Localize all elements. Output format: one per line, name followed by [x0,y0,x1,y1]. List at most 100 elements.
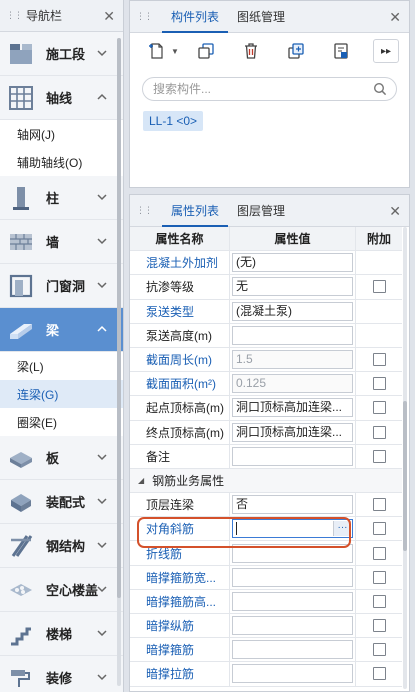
property-add-cell [356,541,402,564]
property-value-input[interactable] [232,664,353,684]
add-checkbox[interactable] [372,353,386,367]
property-value-input[interactable] [232,567,353,587]
chevron-down-icon[interactable] [95,626,109,640]
property-value-input[interactable]: 无 [232,277,353,297]
add-checkbox[interactable] [372,498,386,512]
property-value-input[interactable]: 0.125 [232,374,353,394]
drag-handle-icon[interactable]: ⋮⋮ [136,11,153,22]
nav-item-0[interactable]: 施工段 [0,32,123,76]
property-value-input[interactable]: 否 [232,495,353,515]
property-value-input[interactable]: 洞口顶标高加连梁... [232,422,353,442]
component-item-ll-1[interactable]: LL-1 <0> [143,111,204,131]
ellipsis-button[interactable]: ··· [333,521,351,537]
add-checkbox[interactable] [372,570,386,584]
property-value-text: 否 [236,497,249,512]
nav-item-5[interactable]: 梁 [0,308,123,352]
add-checkbox[interactable] [372,619,386,633]
property-row: 混凝土外加剂 (无) [130,251,402,276]
delete-icon [244,43,257,59]
nav-item-11[interactable]: 装修 [0,656,123,692]
close-icon[interactable]: ✕ [389,9,401,26]
add-checkbox[interactable] [372,449,386,463]
add-checkbox[interactable] [372,643,386,657]
property-name: 起点顶标高(m) [130,396,230,420]
property-value-input[interactable]: ··· [232,519,353,539]
nav-item-4[interactable]: 门窗洞 [0,264,123,308]
property-value-input[interactable] [232,446,353,466]
property-value-cell: 0.125 [230,372,356,396]
property-value-input[interactable] [232,591,353,611]
nav-item-1[interactable]: 轴线 [0,76,123,120]
chevron-up-icon[interactable] [95,322,109,336]
property-add-cell [356,638,402,661]
property-value-input[interactable]: (无) [232,253,353,273]
copy-to-floor-button[interactable] [283,39,309,63]
search-icon[interactable] [373,82,387,96]
component-search[interactable] [142,77,397,101]
tab-drawing-management[interactable]: 图纸管理 [228,1,294,33]
property-value-input[interactable] [232,616,353,636]
add-checkbox[interactable] [372,401,386,415]
property-row: 泵送高度(m) [130,323,402,348]
layer-copy-button[interactable] [328,39,354,63]
nav-item-8[interactable]: 钢结构 [0,524,123,568]
tab-property-list[interactable]: 属性列表 [162,195,229,227]
chevron-down-icon[interactable] [95,450,109,464]
nav-item-10[interactable]: 楼梯 [0,612,123,656]
property-value-input[interactable]: (混凝土泵) [232,301,353,321]
property-value-input[interactable]: 1.5 [232,350,353,370]
chevron-up-icon[interactable] [95,90,109,104]
nav-scrollbar-thumb[interactable] [117,38,121,598]
collapse-triangle-icon[interactable]: ◢ [138,476,144,485]
property-row: 暗撑箍筋高... [130,589,402,614]
component-list: LL-1 <0> [130,101,409,131]
add-checkbox[interactable] [372,594,386,608]
property-value-input[interactable]: 洞口顶标高加连梁... [232,398,353,418]
tab-component-list[interactable]: 构件列表 [162,1,229,33]
more-button[interactable]: ▸▸ [373,39,399,63]
property-row: 抗渗等级无 [130,275,402,300]
property-scrollbar-thumb[interactable] [403,401,407,551]
chevron-down-icon[interactable] [95,582,109,596]
chevron-down-icon[interactable] [95,494,109,508]
chevron-down-icon[interactable] [95,538,109,552]
copy-component-button[interactable] [193,39,219,63]
property-value-input[interactable] [232,640,353,660]
tab-layer-management[interactable]: 图层管理 [228,195,294,227]
drag-handle-icon[interactable]: ⋮⋮ [136,205,153,216]
property-value-cell: (无) [230,251,356,275]
close-icon[interactable]: ✕ [389,203,401,220]
nav-item-7[interactable]: 装配式 [0,480,123,524]
add-checkbox[interactable] [372,280,386,294]
add-checkbox[interactable] [372,667,386,681]
nav-subitem[interactable]: 梁(L) [0,352,123,380]
add-checkbox[interactable] [372,425,386,439]
property-row: 备注 [130,444,402,469]
close-icon[interactable]: ✕ [103,8,115,25]
chevron-down-icon[interactable] [95,278,109,292]
nav-item-3[interactable]: 墙 [0,220,123,264]
chevron-down-icon[interactable] [95,234,109,248]
nav-subitem[interactable]: 连梁(G) [0,380,123,408]
chevron-down-icon[interactable] [95,670,109,684]
new-dropdown-icon[interactable]: ▼ [171,47,179,56]
nav-subitem[interactable]: 辅助轴线(O) [0,148,123,176]
nav-subitem[interactable]: 圈梁(E) [0,408,123,436]
property-value-cell: 洞口顶标高加连梁... [230,420,356,444]
component-search-input[interactable] [153,82,373,96]
chevron-down-icon[interactable] [95,190,109,204]
add-checkbox[interactable] [372,522,386,536]
nav-subitem[interactable]: 轴网(J) [0,120,123,148]
property-group-row[interactable]: ◢ 钢筋业务属性 [130,468,402,494]
add-checkbox[interactable] [372,377,386,391]
chevron-down-icon[interactable] [95,46,109,60]
add-checkbox[interactable] [372,546,386,560]
nav-item-6[interactable]: 板 [0,436,123,480]
new-component-button[interactable] [144,39,170,63]
property-value-input[interactable] [232,325,353,345]
nav-item-9[interactable]: 空心楼盖 [0,568,123,612]
drag-handle-icon[interactable]: ⋮⋮ [6,10,23,21]
delete-component-button[interactable] [238,39,264,63]
nav-item-2[interactable]: 柱 [0,176,123,220]
property-value-input[interactable] [232,543,353,563]
